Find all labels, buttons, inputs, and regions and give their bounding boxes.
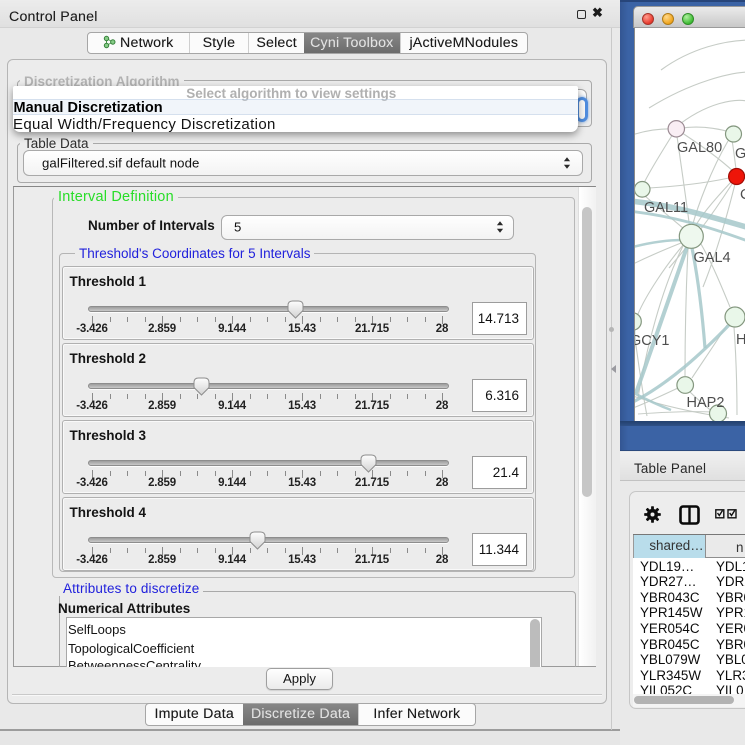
svg-text:GAL11: GAL11 [644,200,688,216]
svg-text:C: C [740,187,745,203]
svg-text:GA: GA [735,146,745,162]
svg-text:HAP2: HAP2 [687,395,725,411]
svg-text:GCY1: GCY1 [635,333,670,349]
svg-text:H: H [736,332,745,348]
svg-text:GAL4: GAL4 [694,250,731,266]
svg-text:GAL80: GAL80 [677,140,722,156]
